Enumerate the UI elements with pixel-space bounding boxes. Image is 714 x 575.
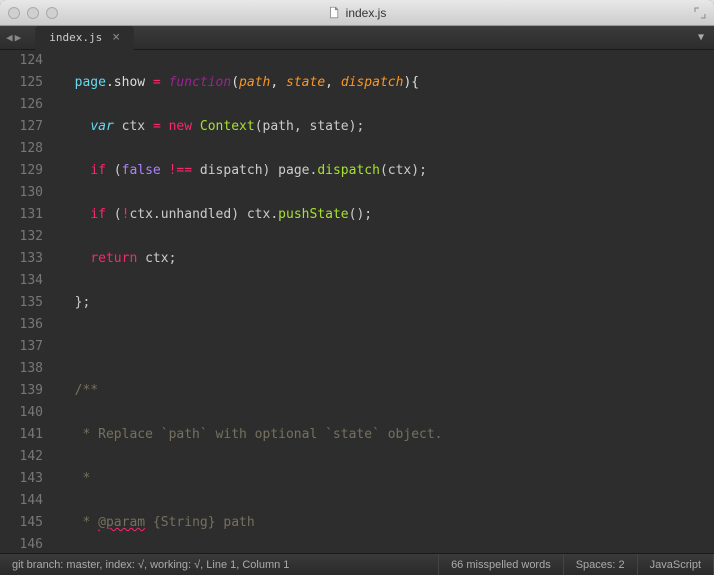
status-git[interactable]: git branch: master, index: √, working: √… <box>0 554 439 575</box>
status-indent[interactable]: Spaces: 2 <box>564 554 638 575</box>
close-tab-button[interactable]: × <box>112 30 120 45</box>
tab-index-js[interactable]: index.js × <box>35 26 134 50</box>
tab-menu-button[interactable]: ▼ <box>688 32 714 43</box>
window-title: index.js <box>328 6 387 20</box>
close-window-button[interactable] <box>8 7 20 19</box>
code-editor[interactable]: 1241251261271281291301311321331341351361… <box>0 50 714 553</box>
window-title-text: index.js <box>346 6 387 20</box>
nav-forward-button[interactable]: ▶ <box>15 31 22 44</box>
status-spelling[interactable]: 66 misspelled words <box>439 554 564 575</box>
document-icon <box>328 6 341 19</box>
minimize-window-button[interactable] <box>27 7 39 19</box>
status-language[interactable]: JavaScript <box>638 554 714 575</box>
editor-window: index.js ◀ ▶ index.js × ▼ 12412512612712… <box>0 0 714 575</box>
tab-label: index.js <box>49 31 102 44</box>
nav-back-button[interactable]: ◀ <box>6 31 13 44</box>
traffic-lights <box>8 7 58 19</box>
line-number-gutter: 1241251261271281291301311321331341351361… <box>0 50 55 553</box>
fullscreen-icon[interactable] <box>694 7 706 19</box>
titlebar: index.js <box>0 0 714 26</box>
tab-bar: ◀ ▶ index.js × ▼ <box>0 26 714 50</box>
code-content[interactable]: page.show = function(path, state, dispat… <box>55 50 714 553</box>
zoom-window-button[interactable] <box>46 7 58 19</box>
status-bar: git branch: master, index: √, working: √… <box>0 553 714 575</box>
